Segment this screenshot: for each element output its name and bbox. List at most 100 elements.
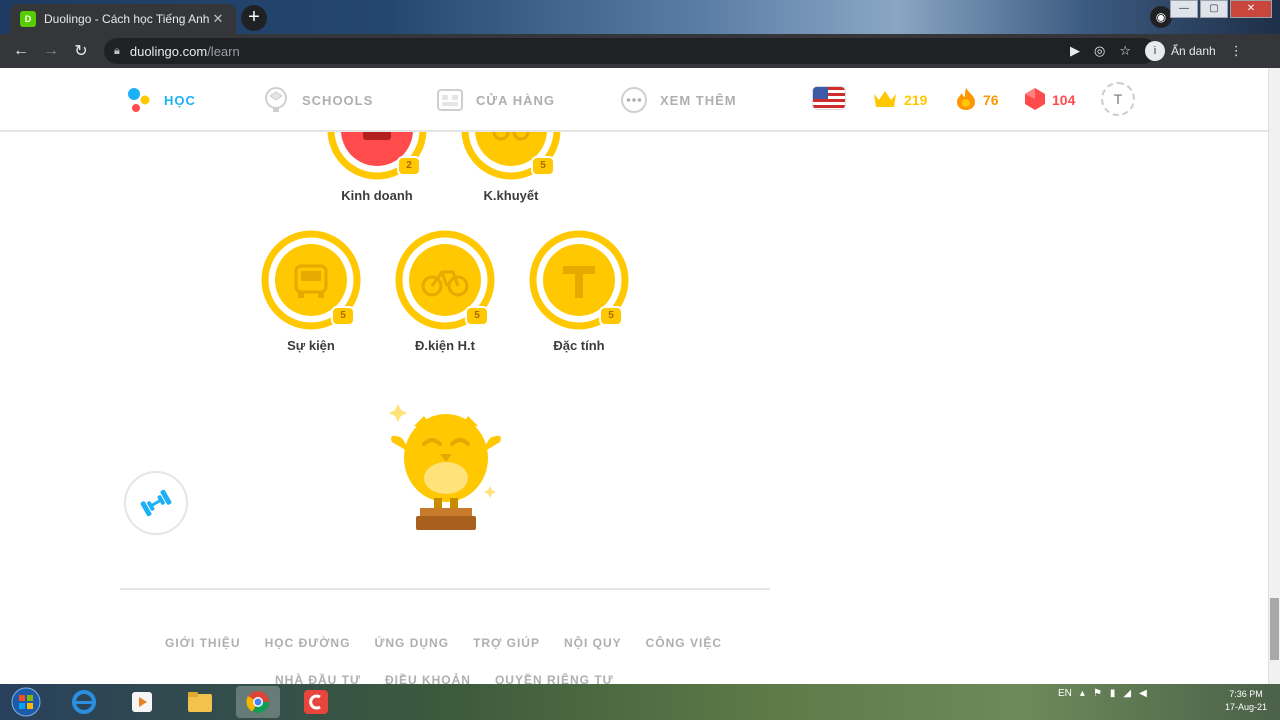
volume-icon[interactable]: ◀	[1139, 688, 1147, 699]
gem-icon	[1024, 87, 1046, 114]
footer-link-jobs[interactable]: CÔNG VIỆC	[646, 636, 722, 650]
media-player-icon[interactable]	[120, 686, 164, 718]
browser-tab[interactable]: D Duolingo - Cách học Tiếng Anh ✕	[10, 4, 236, 34]
bookmark-star-icon[interactable]: ☆	[1119, 43, 1131, 59]
footer-link-about[interactable]: GIỚI THIỆU	[165, 636, 241, 650]
browser-toolbar: ← → ↻ 🔒︎ duolingo.com/learn ▶ ◎ ☆ i Ẩn d…	[0, 34, 1280, 68]
streak-count: 76	[983, 92, 999, 108]
url-path: /learn	[207, 43, 240, 59]
skill-dac-tinh[interactable]: 5 Đặc tính	[524, 230, 634, 353]
footer-link-apps[interactable]: ỨNG DỤNG	[374, 636, 449, 650]
clock-time: 7:36 PM	[1229, 689, 1263, 699]
skill-k-khuyet[interactable]: 5 K.khuyết	[456, 132, 566, 203]
incognito-icon: ◉	[1150, 6, 1172, 28]
start-button-icon[interactable]	[4, 686, 48, 718]
skill-dieu-kien-ht[interactable]: 5 Đ.kiện H.t	[390, 230, 500, 353]
window-close-button[interactable]: ✕	[1230, 0, 1272, 18]
nav-learn-label: HỌC	[164, 92, 196, 108]
profile-avatar[interactable]: T	[1101, 82, 1135, 116]
schools-icon	[262, 86, 290, 114]
page-scrollbar[interactable]	[1268, 68, 1280, 684]
tab-title: Duolingo - Cách học Tiếng Anh	[44, 12, 210, 26]
network-icon[interactable]: ◢	[1123, 688, 1131, 699]
skill-tree: 2 Kinh doanh 5 K.khuyết 5 Sự kiện 5 Đ.ki…	[0, 132, 1268, 684]
footer-links: GIỚI THIỆU HỌC ĐƯỜNG ỨNG DỤNG TRỢ GIÚP N…	[165, 636, 722, 650]
clock-date: 17-Aug-21	[1225, 702, 1268, 712]
skill-coin: 5	[461, 132, 561, 180]
footer-link-help[interactable]: TRỢ GIÚP	[473, 636, 540, 650]
skill-kinh-doanh[interactable]: 2 Kinh doanh	[322, 132, 432, 203]
flag-icon[interactable]: ⚑	[1093, 688, 1102, 699]
close-tab-icon[interactable]: ✕	[210, 11, 226, 27]
url-host: duolingo.com	[129, 43, 208, 59]
duolingo-header: HỌC SCHOOLS CỬA HÀNG XEM THÊM 219 76 104	[0, 68, 1268, 132]
window-controls: — ▢ ✕	[1170, 0, 1272, 22]
nav-shop[interactable]: CỬA HÀNG	[436, 84, 555, 116]
skill-coin: 5	[395, 230, 495, 330]
scrollbar-thumb[interactable]	[1270, 598, 1279, 660]
crown-level-badge: 2	[397, 156, 421, 176]
skill-coin: 2	[327, 132, 427, 180]
minimize-button[interactable]: —	[1170, 0, 1198, 18]
crown-level-badge: 5	[599, 306, 623, 326]
duolingo-favicon-icon: D	[20, 11, 36, 27]
skill-su-kien[interactable]: 5 Sự kiện	[256, 230, 366, 353]
lock-icon: 🔒︎	[114, 44, 120, 57]
back-icon[interactable]: ←	[6, 42, 36, 60]
skill-coin: 5	[529, 230, 629, 330]
nav-shop-label: CỬA HÀNG	[476, 92, 555, 108]
skill-label: Kinh doanh	[341, 188, 413, 203]
streak-counter[interactable]: 76	[955, 84, 999, 116]
incognito-avatar-icon: i	[1145, 41, 1165, 61]
incognito-profile-button[interactable]: i Ẩn danh	[1145, 41, 1216, 61]
skill-label: K.khuyết	[483, 188, 539, 203]
battery-icon[interactable]: ▮	[1110, 688, 1116, 699]
golden-owl-trophy-icon[interactable]	[384, 398, 508, 538]
browser-menu-icon[interactable]: ⋮	[1230, 43, 1243, 59]
nav-schools[interactable]: SCHOOLS	[262, 84, 373, 116]
screen-recorder-icon[interactable]	[294, 686, 338, 718]
tray-up-arrow-icon[interactable]: ▴	[1080, 688, 1085, 699]
more-icon	[620, 86, 648, 114]
skill-label: Đ.kiện H.t	[415, 338, 475, 353]
toolbar-actions: ▶ ◎ ☆ i Ẩn danh ⋮	[1070, 34, 1243, 68]
shop-icon	[436, 86, 464, 114]
skill-label: Sự kiện	[287, 338, 335, 353]
tracking-icon[interactable]: ◎	[1094, 43, 1105, 59]
taskbar-clock[interactable]: 7:36 PM 17-Aug-21	[1225, 688, 1267, 714]
nav-more-label: XEM THÊM	[660, 92, 737, 108]
crowns-count: 219	[904, 92, 928, 108]
gems-count: 104	[1052, 92, 1076, 108]
footer-divider	[120, 588, 770, 590]
reload-icon[interactable]: ↻	[66, 41, 96, 61]
practice-button[interactable]	[124, 471, 188, 535]
nav-schools-label: SCHOOLS	[302, 92, 374, 108]
file-explorer-icon[interactable]	[178, 686, 222, 718]
forward-icon[interactable]: →	[36, 42, 66, 60]
crown-level-badge: 5	[331, 306, 355, 326]
browser-tab-strip: D Duolingo - Cách học Tiếng Anh ✕ + ◉ — …	[0, 0, 1280, 34]
profile-label: Ẩn danh	[1171, 44, 1216, 58]
crown-level-badge: 5	[531, 156, 555, 176]
camera-icon[interactable]: ▶	[1070, 43, 1080, 59]
crown-icon	[872, 88, 898, 113]
crown-level-badge: 5	[465, 306, 489, 326]
gems-counter[interactable]: 104	[1024, 84, 1075, 116]
address-bar[interactable]: 🔒︎ duolingo.com/learn	[104, 38, 1156, 64]
flame-icon	[955, 87, 977, 114]
nav-more[interactable]: XEM THÊM	[620, 84, 737, 116]
nav-learn[interactable]: HỌC	[124, 84, 196, 116]
learn-icon	[124, 86, 152, 114]
maximize-button[interactable]: ▢	[1200, 0, 1228, 18]
internet-explorer-icon[interactable]	[62, 686, 106, 718]
footer-link-guidelines[interactable]: NỘI QUY	[564, 636, 622, 650]
crowns-counter[interactable]: 219	[872, 84, 927, 116]
system-tray: EN ▴ ⚑ ▮ ◢ ◀	[1058, 688, 1147, 699]
new-tab-button[interactable]: +	[241, 5, 267, 31]
language-indicator[interactable]: EN	[1058, 688, 1072, 699]
us-flag-icon[interactable]	[812, 86, 846, 110]
skill-label: Đặc tính	[553, 338, 605, 353]
footer-link-schools[interactable]: HỌC ĐƯỜNG	[265, 636, 351, 650]
dumbbell-icon	[140, 489, 172, 517]
chrome-icon[interactable]	[236, 686, 280, 718]
